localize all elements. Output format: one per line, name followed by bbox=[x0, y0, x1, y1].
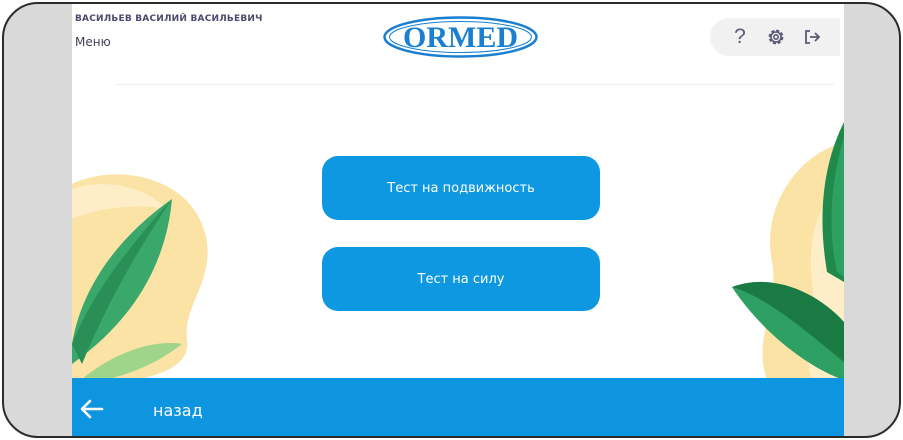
header-toolbar: ? bbox=[710, 18, 840, 56]
back-button[interactable]: назад bbox=[72, 378, 272, 436]
logout-icon bbox=[805, 30, 821, 44]
gear-icon bbox=[768, 29, 784, 45]
back-label: назад bbox=[153, 401, 203, 420]
left-leaf-decoration bbox=[72, 174, 208, 384]
help-button[interactable]: ? bbox=[724, 21, 756, 53]
menu-link[interactable]: Меню bbox=[75, 35, 111, 49]
right-leaf-decoration bbox=[732, 122, 844, 380]
app-screen: ВАСИЛЬЕВ ВАСИЛИЙ ВАСИЛЬЕВИЧ Меню ORMED ? bbox=[72, 4, 844, 436]
bottom-nav-bar: назад bbox=[72, 378, 844, 436]
user-name: ВАСИЛЬЕВ ВАСИЛИЙ ВАСИЛЬЕВИЧ bbox=[75, 14, 263, 24]
settings-button[interactable] bbox=[760, 21, 792, 53]
device-frame: ВАСИЛЬЕВ ВАСИЛИЙ ВАСИЛЬЕВИЧ Меню ORMED ? bbox=[2, 2, 901, 438]
strength-test-button[interactable]: Тест на силу bbox=[322, 247, 600, 311]
mobility-test-button[interactable]: Тест на подвижность bbox=[322, 156, 600, 220]
ormed-logo: ORMED bbox=[382, 15, 539, 59]
arrow-left-icon bbox=[80, 399, 104, 419]
header-divider bbox=[116, 84, 834, 85]
logout-button[interactable] bbox=[796, 21, 828, 53]
svg-text:ORMED: ORMED bbox=[403, 21, 518, 54]
